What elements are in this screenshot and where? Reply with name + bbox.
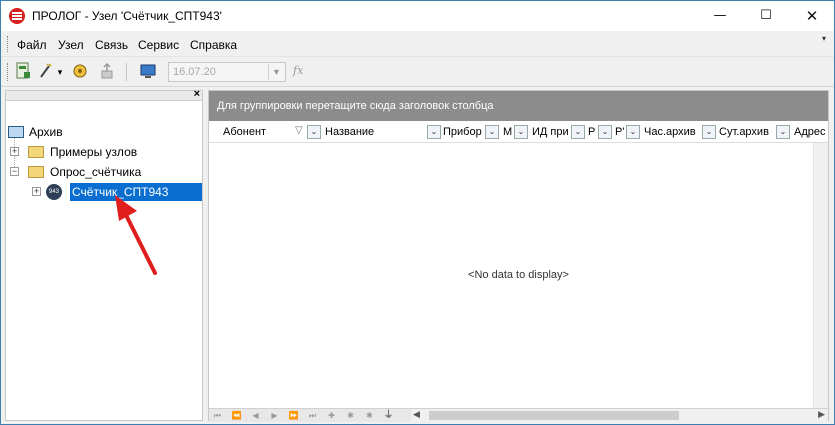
column-header-device-id[interactable]: ИД при	[532, 126, 569, 138]
insert-record-icon[interactable]: ✚	[323, 409, 340, 422]
last-record-icon[interactable]: ⏭	[304, 409, 321, 422]
expand-icon[interactable]: +	[32, 187, 41, 196]
filter-icon[interactable]: ⌄	[427, 125, 441, 139]
column-header-address[interactable]: Адрес	[794, 126, 826, 138]
filter-icon[interactable]: ⌄	[626, 125, 640, 139]
first-record-icon[interactable]: ⏮	[209, 409, 226, 422]
menu-overflow-icon[interactable]: ▾	[822, 34, 830, 52]
filter-icon[interactable]: ⌄	[307, 125, 321, 139]
column-header-device[interactable]: Прибор	[443, 126, 482, 138]
monitor-icon[interactable]	[138, 62, 158, 82]
close-button[interactable]: ✕	[789, 1, 835, 31]
vertical-scrollbar[interactable]	[813, 143, 828, 408]
tree-item-label: Архив	[29, 125, 63, 139]
tree-item-label: Примеры узлов	[50, 145, 138, 159]
toolbar-separator	[126, 63, 127, 81]
data-grid: Для группировки перетащите сюда заголово…	[208, 90, 829, 422]
annotation-arrow-icon	[115, 195, 157, 275]
filter-icon[interactable]: ⌄	[514, 125, 528, 139]
menu-grip[interactable]	[7, 36, 10, 52]
menu-node[interactable]: Узел	[58, 38, 84, 52]
column-header-subscriber[interactable]: Абонент	[223, 126, 266, 138]
tree-item-label: Опрос_счётчика	[50, 165, 142, 179]
date-value: 16.07.20	[173, 66, 216, 78]
menu-service[interactable]: Сервис	[138, 38, 179, 52]
date-select[interactable]: 16.07.20 ▼	[168, 62, 286, 82]
filter-icon[interactable]: ⌄	[776, 125, 790, 139]
toolbar-grip[interactable]	[7, 63, 10, 81]
title-bar: ПРОЛОГ - Узел 'Счётчик_СПТ943' — ☐ ✕	[1, 1, 834, 31]
column-header-name[interactable]: Название	[325, 126, 374, 138]
connect-icon[interactable]	[13, 62, 33, 82]
tree-panel: × Архив + Примеры узлов − Опрос_счётчика…	[5, 88, 203, 421]
wand-dropdown-icon[interactable]: ▾	[55, 62, 65, 82]
cancel-edit-icon[interactable]: ✱	[361, 409, 378, 422]
app-window: ПРОЛОГ - Узел 'Счётчик_СПТ943' — ☐ ✕ Фай…	[0, 0, 835, 425]
menu-connection[interactable]: Связь	[95, 38, 128, 52]
panel-close-icon[interactable]: ×	[194, 88, 200, 100]
group-hint: Для группировки перетащите сюда заголово…	[217, 100, 494, 112]
meter-node-icon: 943	[46, 184, 62, 200]
menu-help[interactable]: Справка	[190, 38, 237, 52]
menu-file[interactable]: Файл	[17, 38, 47, 52]
filter-funnel-icon[interactable]: ⏚	[380, 409, 397, 422]
toolbar: ▾ 16.07.20 ▼ fx	[1, 57, 834, 87]
fx-button[interactable]: fx	[293, 64, 303, 77]
computer-icon	[8, 126, 24, 138]
minimize-button[interactable]: —	[697, 1, 743, 31]
group-by-area[interactable]: Для группировки перетащите сюда заголово…	[209, 91, 828, 121]
prev-page-icon[interactable]: ⏪	[228, 409, 245, 422]
column-header-hour-archive[interactable]: Час.архив	[644, 126, 696, 138]
scroll-right-icon[interactable]: ▶	[818, 409, 825, 420]
maximize-button[interactable]: ☐	[743, 1, 789, 31]
upload-icon[interactable]	[97, 62, 117, 82]
column-header-r[interactable]: Р	[588, 126, 595, 138]
navigator-bar: ⏮ ⏪ ◀ ▶ ⏩ ⏭ ✚ ✱ ✱ ⏚ ◀ ▶	[209, 408, 828, 422]
folder-open-icon	[28, 166, 44, 178]
folder-icon	[28, 146, 44, 158]
column-header-r2[interactable]: Р'	[615, 126, 624, 138]
delete-record-icon[interactable]: ✱	[342, 409, 359, 422]
filter-icon[interactable]: ⌄	[598, 125, 612, 139]
collapse-icon[interactable]: −	[10, 167, 19, 176]
column-header-row: Абонент ▽ ⌄ Название ⌄ Прибор ⌄ М ⌄ ИД п…	[209, 121, 828, 143]
chevron-down-icon[interactable]: ▼	[268, 64, 284, 80]
panel-header: ×	[6, 88, 202, 101]
scroll-thumb[interactable]	[429, 411, 679, 420]
app-logo-icon	[9, 8, 25, 24]
menu-bar: Файл Узел Связь Сервис Справка ▾	[1, 31, 834, 57]
scroll-left-icon[interactable]: ◀	[413, 409, 420, 420]
filter-icon[interactable]: ⌄	[571, 125, 585, 139]
filter-icon[interactable]: ⌄	[485, 125, 499, 139]
column-header-day-archive[interactable]: Сут.архив	[719, 126, 769, 138]
sort-icon[interactable]: ▽	[295, 125, 303, 136]
expand-icon[interactable]: +	[10, 147, 19, 156]
settings-icon[interactable]	[70, 62, 90, 82]
prev-record-icon[interactable]: ◀	[247, 409, 264, 422]
window-title: ПРОЛОГ - Узел 'Счётчик_СПТ943'	[32, 9, 222, 23]
empty-state-text: <No data to display>	[468, 269, 569, 281]
horizontal-scrollbar[interactable]: ◀ ▶	[411, 409, 828, 422]
next-record-icon[interactable]: ▶	[266, 409, 283, 422]
wand-icon[interactable]	[36, 62, 56, 82]
column-header-m[interactable]: М	[503, 126, 512, 138]
filter-icon[interactable]: ⌄	[702, 125, 716, 139]
next-page-icon[interactable]: ⏩	[285, 409, 302, 422]
